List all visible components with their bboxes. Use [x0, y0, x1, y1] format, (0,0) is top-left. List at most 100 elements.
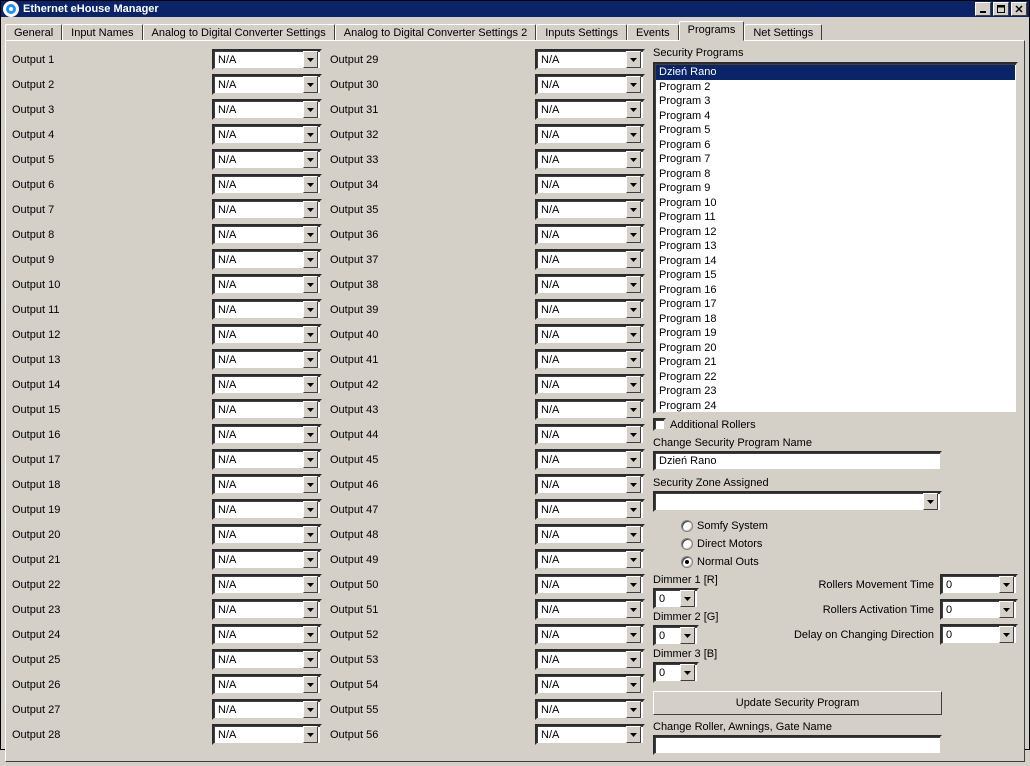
program-list-item[interactable]: Program 23 [656, 384, 1015, 399]
output-select[interactable]: N/A [212, 724, 322, 745]
output-select[interactable]: N/A [535, 449, 645, 470]
program-list-item[interactable]: Program 11 [656, 210, 1015, 225]
dimmer1-select[interactable]: 0 [653, 588, 699, 609]
program-list-item[interactable]: Program 12 [656, 225, 1015, 240]
output-select[interactable]: N/A [535, 99, 645, 120]
zone-assigned-select[interactable] [653, 491, 942, 512]
update-program-button[interactable]: Update Security Program [653, 691, 942, 715]
output-select[interactable]: N/A [212, 624, 322, 645]
program-list-item[interactable]: Program 2 [656, 80, 1015, 95]
program-list-item[interactable]: Program 20 [656, 341, 1015, 356]
output-select[interactable]: N/A [535, 299, 645, 320]
output-select[interactable]: N/A [212, 424, 322, 445]
program-list-item[interactable]: Program 18 [656, 312, 1015, 327]
close-button[interactable] [1011, 2, 1027, 16]
program-list-item[interactable]: Program 14 [656, 254, 1015, 269]
output-select[interactable]: N/A [535, 274, 645, 295]
output-select[interactable]: N/A [212, 374, 322, 395]
output-select[interactable]: N/A [212, 399, 322, 420]
program-list-item[interactable]: Program 13 [656, 239, 1015, 254]
program-list-item[interactable]: Dzień Rano [656, 65, 1015, 80]
output-select[interactable]: N/A [535, 474, 645, 495]
program-list-item[interactable]: Program 6 [656, 138, 1015, 153]
output-select[interactable]: N/A [212, 199, 322, 220]
output-select[interactable]: N/A [535, 49, 645, 70]
program-list-item[interactable]: Program 17 [656, 297, 1015, 312]
dimmer3-select[interactable]: 0 [653, 662, 699, 683]
delay-direction-select[interactable]: 0 [940, 624, 1018, 645]
program-list-item[interactable]: Program 22 [656, 370, 1015, 385]
output-select[interactable]: N/A [212, 674, 322, 695]
output-select[interactable]: N/A [535, 649, 645, 670]
output-select[interactable]: N/A [212, 474, 322, 495]
output-select[interactable]: N/A [535, 399, 645, 420]
output-select[interactable]: N/A [535, 524, 645, 545]
output-select[interactable]: N/A [535, 324, 645, 345]
output-select[interactable]: N/A [212, 549, 322, 570]
minimize-button[interactable] [975, 2, 991, 16]
output-select[interactable]: N/A [212, 124, 322, 145]
output-select[interactable]: N/A [212, 499, 322, 520]
output-select[interactable]: N/A [212, 224, 322, 245]
output-select[interactable]: N/A [535, 549, 645, 570]
program-list-item[interactable]: Program 3 [656, 94, 1015, 109]
output-select[interactable]: N/A [535, 249, 645, 270]
radio-somfy[interactable]: Somfy System [681, 518, 1018, 534]
output-select[interactable]: N/A [212, 699, 322, 720]
output-select[interactable]: N/A [212, 574, 322, 595]
program-list-item[interactable]: Program 16 [656, 283, 1015, 298]
output-select[interactable]: N/A [212, 599, 322, 620]
output-select[interactable]: N/A [212, 149, 322, 170]
output-select[interactable]: N/A [212, 99, 322, 120]
output-select[interactable]: N/A [535, 724, 645, 745]
program-list-item[interactable]: Program 7 [656, 152, 1015, 167]
output-select[interactable]: N/A [535, 174, 645, 195]
rollers-movement-select[interactable]: 0 [940, 574, 1018, 595]
change-roller-name-input[interactable] [653, 735, 942, 755]
security-programs-list[interactable]: Dzień RanoProgram 2Program 3Program 4Pro… [653, 62, 1018, 414]
output-select[interactable]: N/A [212, 299, 322, 320]
program-list-item[interactable]: Program 19 [656, 326, 1015, 341]
program-list-item[interactable]: Program 15 [656, 268, 1015, 283]
output-select[interactable]: N/A [212, 274, 322, 295]
tab-programs[interactable]: Programs [679, 21, 745, 41]
output-select[interactable]: N/A [535, 374, 645, 395]
program-list-item[interactable]: Program 21 [656, 355, 1015, 370]
output-select[interactable]: N/A [535, 424, 645, 445]
output-select[interactable]: N/A [212, 249, 322, 270]
output-select[interactable]: N/A [535, 574, 645, 595]
output-select[interactable]: N/A [535, 224, 645, 245]
output-select[interactable]: N/A [212, 524, 322, 545]
maximize-button[interactable] [993, 2, 1009, 16]
output-select[interactable]: N/A [212, 174, 322, 195]
output-select[interactable]: N/A [212, 449, 322, 470]
chevron-down-icon [303, 551, 318, 568]
program-list-item[interactable]: Program 9 [656, 181, 1015, 196]
output-select[interactable]: N/A [212, 74, 322, 95]
output-select[interactable]: N/A [212, 349, 322, 370]
output-select[interactable]: N/A [535, 349, 645, 370]
output-select[interactable]: N/A [535, 599, 645, 620]
rollers-activation-select[interactable]: 0 [940, 599, 1018, 620]
additional-rollers-checkbox[interactable]: Additional Rollers [653, 418, 1018, 431]
program-list-item[interactable]: Program 10 [656, 196, 1015, 211]
output-select[interactable]: N/A [535, 74, 645, 95]
change-program-name-input[interactable]: Dzień Rano [653, 451, 942, 471]
output-select[interactable]: N/A [535, 699, 645, 720]
program-list-item[interactable]: Program 8 [656, 167, 1015, 182]
output-select[interactable]: N/A [535, 199, 645, 220]
output-select[interactable]: N/A [212, 649, 322, 670]
dimmer2-select[interactable]: 0 [653, 625, 699, 646]
output-select[interactable]: N/A [212, 49, 322, 70]
output-select[interactable]: N/A [535, 124, 645, 145]
program-list-item[interactable]: Program 4 [656, 109, 1015, 124]
output-select[interactable]: N/A [535, 499, 645, 520]
radio-direct[interactable]: Direct Motors [681, 536, 1018, 552]
output-select[interactable]: N/A [535, 149, 645, 170]
program-list-item[interactable]: Program 24 [656, 399, 1015, 414]
output-select[interactable]: N/A [535, 624, 645, 645]
output-select[interactable]: N/A [535, 674, 645, 695]
output-select[interactable]: N/A [212, 324, 322, 345]
radio-normal[interactable]: Normal Outs [681, 554, 1018, 570]
program-list-item[interactable]: Program 5 [656, 123, 1015, 138]
